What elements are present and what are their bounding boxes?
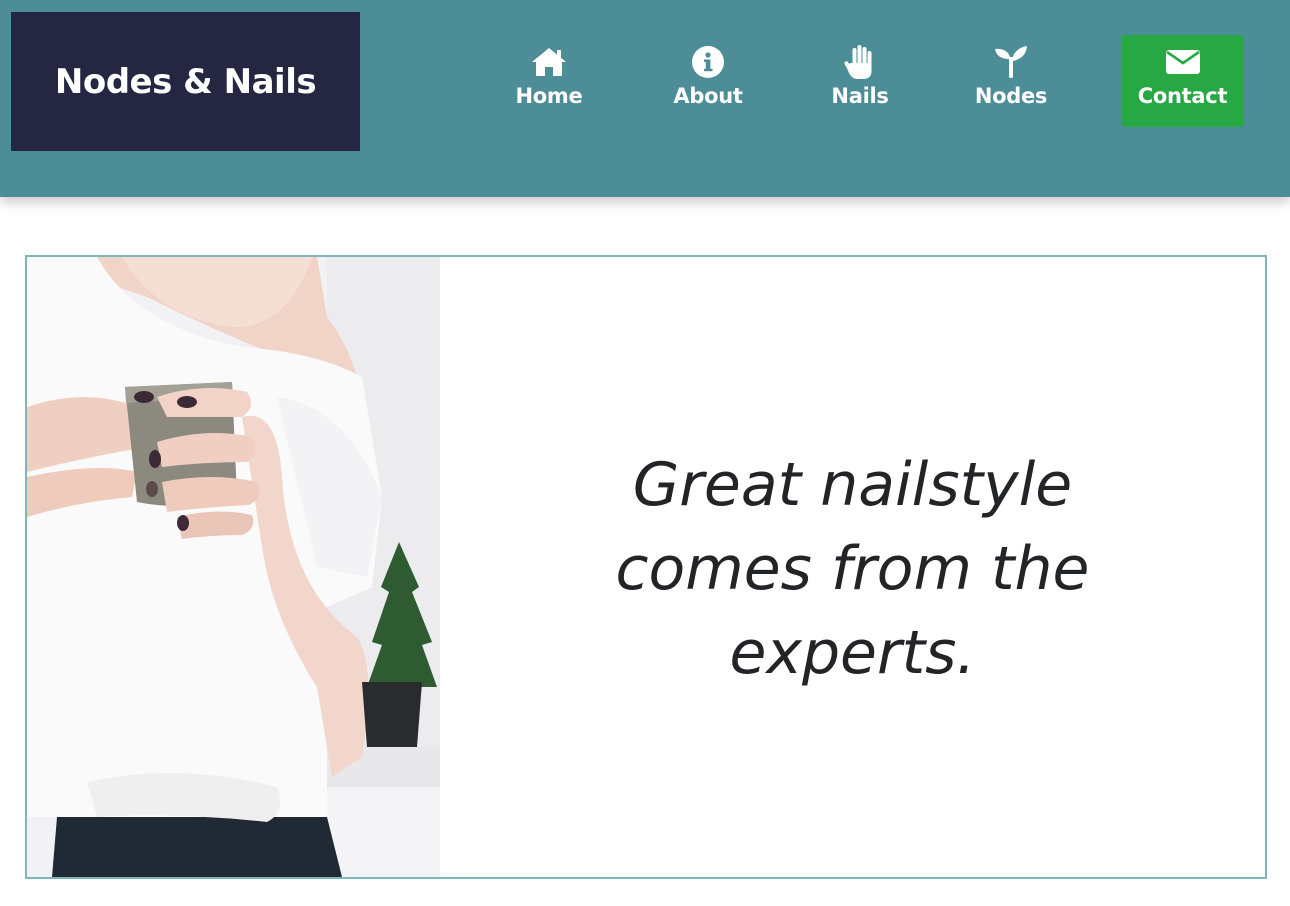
nav-label-nails: Nails (831, 84, 889, 108)
nav-item-nails[interactable]: Nails (824, 35, 896, 127)
seedling-icon (991, 44, 1031, 80)
hero-text-container: Great nailstyle comes from the experts. (440, 257, 1265, 877)
site-header: Nodes & Nails Home About Nails Nodes Con… (0, 0, 1290, 197)
home-icon (529, 44, 569, 80)
nav-item-nodes[interactable]: Nodes (966, 35, 1056, 127)
site-logo[interactable]: Nodes & Nails (11, 12, 360, 151)
nav-item-about[interactable]: About (664, 35, 752, 127)
envelope-icon (1163, 44, 1203, 80)
nav-item-home[interactable]: Home (506, 35, 592, 127)
hero-photo (27, 257, 440, 877)
hero-headline: Great nailstyle comes from the experts. (615, 450, 1090, 688)
logo-text: Nodes & Nails (54, 61, 317, 102)
nav-label-about: About (673, 84, 743, 108)
info-circle-icon (688, 44, 728, 80)
nav-label-nodes: Nodes (974, 84, 1048, 108)
nav-label-contact: Contact (1137, 84, 1228, 108)
nav-label-home: Home (515, 84, 583, 108)
hand-icon (840, 44, 880, 80)
hero-section: Great nailstyle comes from the experts. (25, 255, 1267, 879)
nav-item-contact[interactable]: Contact (1121, 35, 1244, 127)
